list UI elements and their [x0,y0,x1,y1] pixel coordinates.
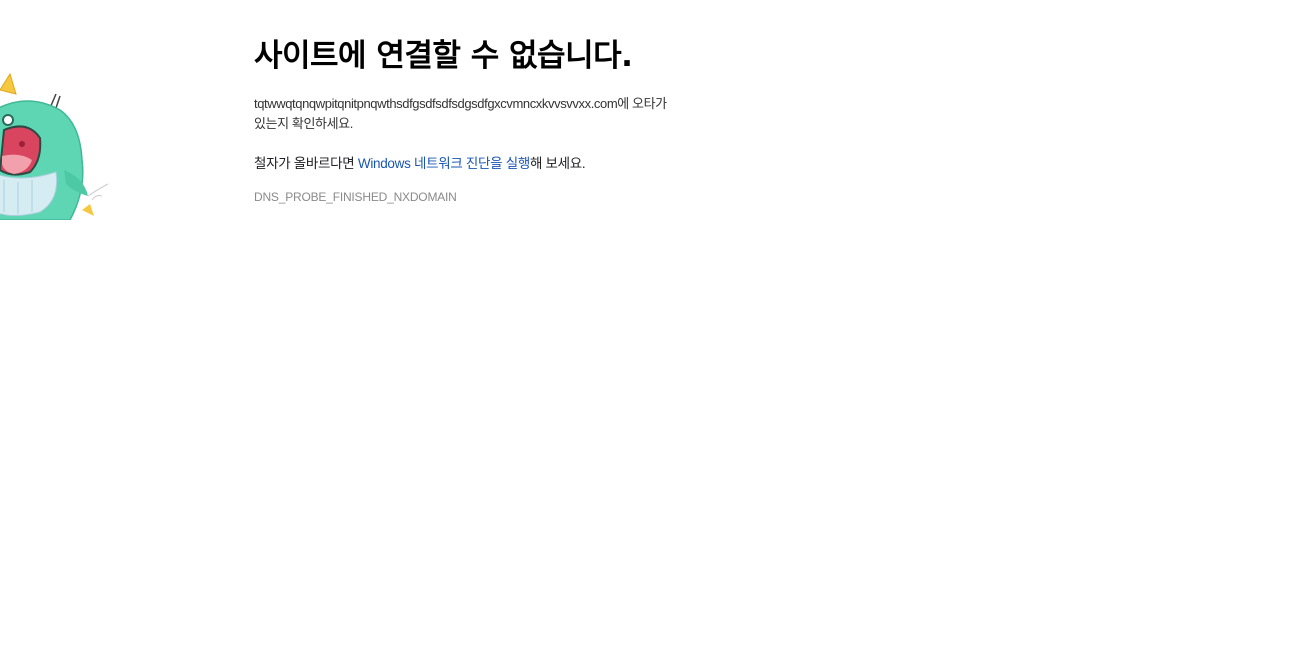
whale-mascot-icon [0,72,109,220]
diagnostics-suggestion: 철자가 올바르다면 Windows 네트워크 진단을 실행해 보세요. [254,154,674,174]
error-description: tqtwwqtqnqwpitqnitpnqwthsdfgsdfsdfsdgsdf… [254,94,674,134]
error-code: DNS_PROBE_FINISHED_NXDOMAIN [254,190,457,204]
error-content: 사이트에 연결할 수 없습니다. tqtwwqtqnqwpitqnitpnqwt… [254,36,674,205]
error-page: 사이트에 연결할 수 없습니다. tqtwwqtqnqwpitqnitpnqwt… [0,0,1316,658]
suggestion-suffix: 해 보세요. [529,156,586,171]
error-title: 사이트에 연결할 수 없습니다. [254,38,633,74]
typed-domain: tqtwwqtqnqwpitqnitpnqwthsdfgsdfsdfsdgsdf… [254,96,618,111]
run-network-diagnostics-link[interactable]: Windows 네트워크 진단을 실행 [358,156,530,171]
suggestion-prefix: 철자가 올바르다면 [254,156,358,171]
